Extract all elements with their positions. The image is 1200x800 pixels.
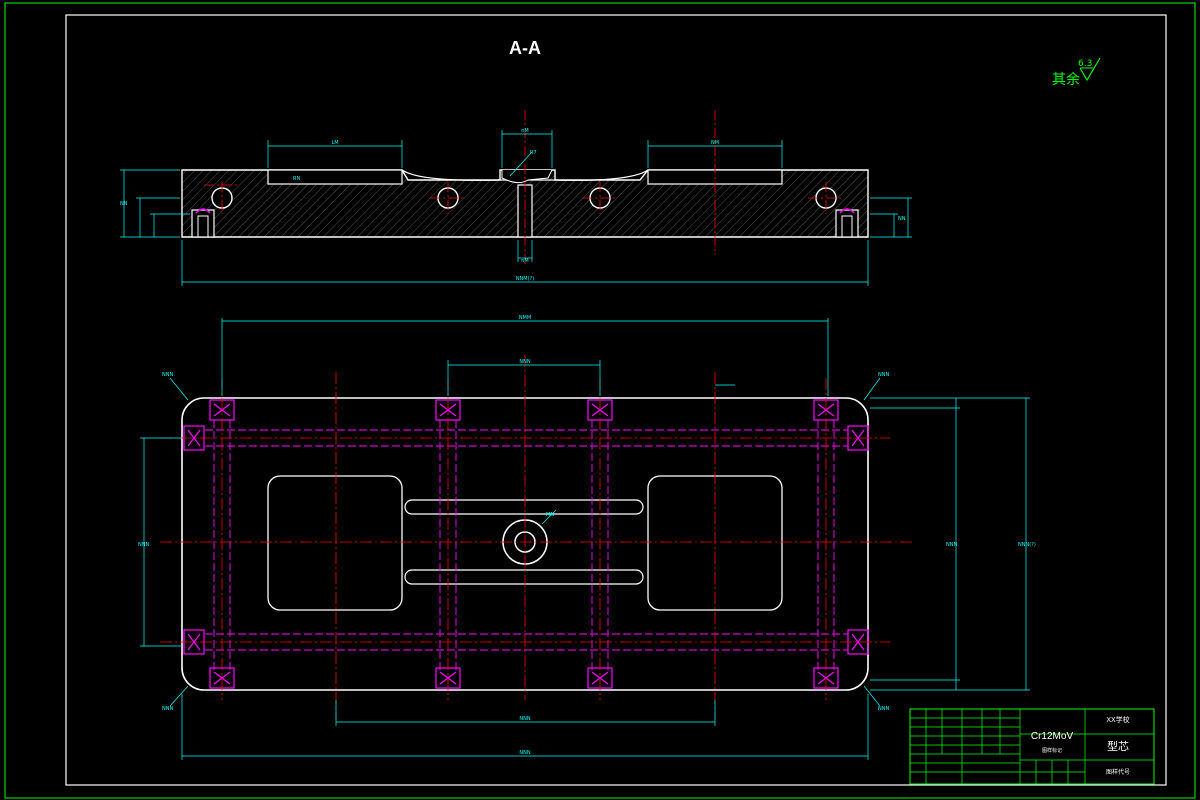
svg-text:NNN: NNN — [519, 750, 530, 756]
svg-text:NNN: NNN — [878, 706, 889, 712]
svg-text:NNN: NNN — [519, 359, 530, 365]
svg-text:图样标记: 图样标记 — [1042, 747, 1062, 754]
svg-text:NMM: NMM — [519, 315, 531, 321]
svg-text:NNN: NNN — [162, 706, 173, 712]
svg-text:nM: nM — [521, 258, 528, 264]
svg-text:NNM(?): NNM(?) — [516, 276, 534, 282]
pocket-left — [267, 475, 403, 611]
plan-view: NMM NNN NNN NNN NNN NNN NNN NNN MN NNN N… — [138, 315, 1036, 760]
svg-text:NNN: NNN — [519, 716, 530, 722]
svg-text:MN: MN — [546, 512, 554, 518]
svg-text:6.3: 6.3 — [1078, 59, 1092, 69]
title-block: Cr12MoV XX学校 型芯 图样标记 图样代号 — [909, 708, 1155, 785]
svg-text:NNN(?): NNN(?) — [1018, 542, 1036, 548]
svg-text:XX学校: XX学校 — [1106, 715, 1129, 724]
svg-text:NN: NN — [120, 201, 128, 207]
svg-text:NNN: NNN — [878, 372, 889, 378]
section-view: nM R7 nM LM NM NNM(?) NN RN NN — [120, 110, 912, 286]
svg-text:RN: RN — [293, 176, 300, 182]
svg-text:NNN: NNN — [138, 542, 149, 548]
svg-text:nM: nM — [521, 128, 528, 134]
svg-text:其余: 其余 — [1052, 71, 1080, 88]
svg-text:NNN: NNN — [946, 542, 957, 548]
svg-text:NM: NM — [711, 140, 719, 146]
svg-text:NNN: NNN — [162, 372, 173, 378]
svg-text:型芯: 型芯 — [1107, 739, 1129, 753]
svg-text:R7: R7 — [530, 150, 537, 156]
surface-finish-note: 其余 6.3 — [1052, 57, 1101, 88]
section-title: A-A — [509, 38, 541, 58]
svg-text:NN: NN — [898, 216, 906, 222]
svg-text:图样代号: 图样代号 — [1106, 768, 1130, 776]
svg-text:Cr12MoV: Cr12MoV — [1031, 731, 1074, 742]
cad-drawing: A-A 其余 6.3 nM R7 nM LM NM NNM(?) NN RN N… — [4, 2, 1196, 799]
svg-text:LM: LM — [331, 140, 338, 146]
